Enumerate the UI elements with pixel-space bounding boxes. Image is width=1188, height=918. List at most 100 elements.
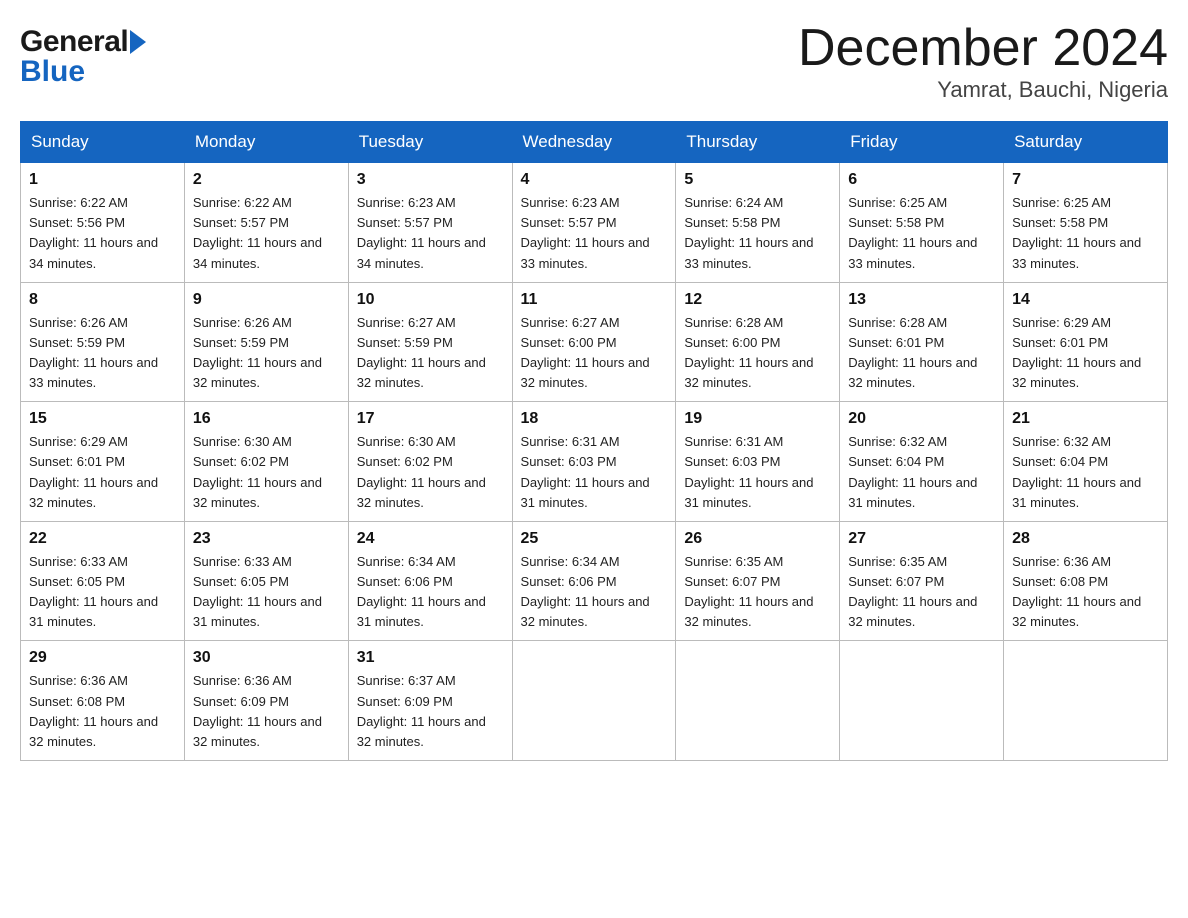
day-info: Sunrise: 6:22 AM Sunset: 5:56 PM Dayligh… [29,193,176,274]
day-info: Sunrise: 6:32 AM Sunset: 6:04 PM Dayligh… [1012,432,1159,513]
day-info: Sunrise: 6:26 AM Sunset: 5:59 PM Dayligh… [193,313,340,394]
day-number: 24 [357,530,504,548]
day-info: Sunrise: 6:34 AM Sunset: 6:06 PM Dayligh… [521,552,668,633]
day-info: Sunrise: 6:36 AM Sunset: 6:09 PM Dayligh… [193,671,340,752]
day-info: Sunrise: 6:25 AM Sunset: 5:58 PM Dayligh… [848,193,995,274]
day-info: Sunrise: 6:35 AM Sunset: 6:07 PM Dayligh… [848,552,995,633]
day-number: 10 [357,291,504,309]
day-info: Sunrise: 6:31 AM Sunset: 6:03 PM Dayligh… [521,432,668,513]
day-number: 23 [193,530,340,548]
table-row: 19 Sunrise: 6:31 AM Sunset: 6:03 PM Dayl… [676,402,840,522]
day-info: Sunrise: 6:26 AM Sunset: 5:59 PM Dayligh… [29,313,176,394]
table-row: 21 Sunrise: 6:32 AM Sunset: 6:04 PM Dayl… [1004,402,1168,522]
day-number: 17 [357,410,504,428]
table-row [512,641,676,761]
calendar-week-row: 22 Sunrise: 6:33 AM Sunset: 6:05 PM Dayl… [21,521,1168,641]
calendar-header-row: Sunday Monday Tuesday Wednesday Thursday… [21,122,1168,163]
calendar-week-row: 1 Sunrise: 6:22 AM Sunset: 5:56 PM Dayli… [21,163,1168,283]
col-monday: Monday [184,122,348,163]
calendar-week-row: 15 Sunrise: 6:29 AM Sunset: 6:01 PM Dayl… [21,402,1168,522]
day-number: 8 [29,291,176,309]
table-row: 25 Sunrise: 6:34 AM Sunset: 6:06 PM Dayl… [512,521,676,641]
calendar-subtitle: Yamrat, Bauchi, Nigeria [798,77,1168,103]
calendar-table: Sunday Monday Tuesday Wednesday Thursday… [20,121,1168,761]
table-row: 18 Sunrise: 6:31 AM Sunset: 6:03 PM Dayl… [512,402,676,522]
day-info: Sunrise: 6:28 AM Sunset: 6:00 PM Dayligh… [684,313,831,394]
table-row: 11 Sunrise: 6:27 AM Sunset: 6:00 PM Dayl… [512,282,676,402]
table-row: 29 Sunrise: 6:36 AM Sunset: 6:08 PM Dayl… [21,641,185,761]
day-number: 22 [29,530,176,548]
day-info: Sunrise: 6:36 AM Sunset: 6:08 PM Dayligh… [29,671,176,752]
table-row: 28 Sunrise: 6:36 AM Sunset: 6:08 PM Dayl… [1004,521,1168,641]
day-number: 12 [684,291,831,309]
table-row: 10 Sunrise: 6:27 AM Sunset: 5:59 PM Dayl… [348,282,512,402]
day-number: 14 [1012,291,1159,309]
table-row: 23 Sunrise: 6:33 AM Sunset: 6:05 PM Dayl… [184,521,348,641]
page-header: General Blue December 2024 Yamrat, Bauch… [20,20,1168,103]
day-number: 25 [521,530,668,548]
day-number: 28 [1012,530,1159,548]
table-row: 22 Sunrise: 6:33 AM Sunset: 6:05 PM Dayl… [21,521,185,641]
table-row: 31 Sunrise: 6:37 AM Sunset: 6:09 PM Dayl… [348,641,512,761]
day-info: Sunrise: 6:33 AM Sunset: 6:05 PM Dayligh… [29,552,176,633]
day-number: 7 [1012,171,1159,189]
table-row: 5 Sunrise: 6:24 AM Sunset: 5:58 PM Dayli… [676,163,840,283]
day-number: 29 [29,649,176,667]
table-row: 9 Sunrise: 6:26 AM Sunset: 5:59 PM Dayli… [184,282,348,402]
day-number: 20 [848,410,995,428]
day-number: 26 [684,530,831,548]
day-number: 13 [848,291,995,309]
calendar-week-row: 8 Sunrise: 6:26 AM Sunset: 5:59 PM Dayli… [21,282,1168,402]
title-block: December 2024 Yamrat, Bauchi, Nigeria [798,20,1168,103]
day-info: Sunrise: 6:28 AM Sunset: 6:01 PM Dayligh… [848,313,995,394]
day-info: Sunrise: 6:23 AM Sunset: 5:57 PM Dayligh… [357,193,504,274]
day-number: 2 [193,171,340,189]
day-number: 18 [521,410,668,428]
day-number: 4 [521,171,668,189]
table-row [840,641,1004,761]
day-info: Sunrise: 6:25 AM Sunset: 5:58 PM Dayligh… [1012,193,1159,274]
day-info: Sunrise: 6:22 AM Sunset: 5:57 PM Dayligh… [193,193,340,274]
table-row [1004,641,1168,761]
day-info: Sunrise: 6:37 AM Sunset: 6:09 PM Dayligh… [357,671,504,752]
day-number: 1 [29,171,176,189]
table-row: 4 Sunrise: 6:23 AM Sunset: 5:57 PM Dayli… [512,163,676,283]
day-info: Sunrise: 6:24 AM Sunset: 5:58 PM Dayligh… [684,193,831,274]
day-info: Sunrise: 6:35 AM Sunset: 6:07 PM Dayligh… [684,552,831,633]
day-info: Sunrise: 6:23 AM Sunset: 5:57 PM Dayligh… [521,193,668,274]
table-row: 27 Sunrise: 6:35 AM Sunset: 6:07 PM Dayl… [840,521,1004,641]
col-wednesday: Wednesday [512,122,676,163]
table-row: 7 Sunrise: 6:25 AM Sunset: 5:58 PM Dayli… [1004,163,1168,283]
calendar-week-row: 29 Sunrise: 6:36 AM Sunset: 6:08 PM Dayl… [21,641,1168,761]
table-row: 16 Sunrise: 6:30 AM Sunset: 6:02 PM Dayl… [184,402,348,522]
day-number: 27 [848,530,995,548]
day-info: Sunrise: 6:30 AM Sunset: 6:02 PM Dayligh… [357,432,504,513]
day-info: Sunrise: 6:31 AM Sunset: 6:03 PM Dayligh… [684,432,831,513]
table-row: 8 Sunrise: 6:26 AM Sunset: 5:59 PM Dayli… [21,282,185,402]
day-number: 6 [848,171,995,189]
day-info: Sunrise: 6:27 AM Sunset: 6:00 PM Dayligh… [521,313,668,394]
day-number: 16 [193,410,340,428]
table-row: 17 Sunrise: 6:30 AM Sunset: 6:02 PM Dayl… [348,402,512,522]
col-thursday: Thursday [676,122,840,163]
day-info: Sunrise: 6:34 AM Sunset: 6:06 PM Dayligh… [357,552,504,633]
logo-blue: Blue [20,55,146,89]
table-row: 13 Sunrise: 6:28 AM Sunset: 6:01 PM Dayl… [840,282,1004,402]
logo-arrow-icon [130,30,146,54]
logo: General Blue [20,20,146,89]
col-sunday: Sunday [21,122,185,163]
day-number: 19 [684,410,831,428]
day-number: 3 [357,171,504,189]
logo-general: General [20,25,128,59]
table-row: 26 Sunrise: 6:35 AM Sunset: 6:07 PM Dayl… [676,521,840,641]
table-row: 20 Sunrise: 6:32 AM Sunset: 6:04 PM Dayl… [840,402,1004,522]
day-number: 11 [521,291,668,309]
table-row: 24 Sunrise: 6:34 AM Sunset: 6:06 PM Dayl… [348,521,512,641]
day-number: 9 [193,291,340,309]
table-row: 1 Sunrise: 6:22 AM Sunset: 5:56 PM Dayli… [21,163,185,283]
col-friday: Friday [840,122,1004,163]
day-info: Sunrise: 6:29 AM Sunset: 6:01 PM Dayligh… [1012,313,1159,394]
day-info: Sunrise: 6:29 AM Sunset: 6:01 PM Dayligh… [29,432,176,513]
table-row: 12 Sunrise: 6:28 AM Sunset: 6:00 PM Dayl… [676,282,840,402]
table-row: 14 Sunrise: 6:29 AM Sunset: 6:01 PM Dayl… [1004,282,1168,402]
